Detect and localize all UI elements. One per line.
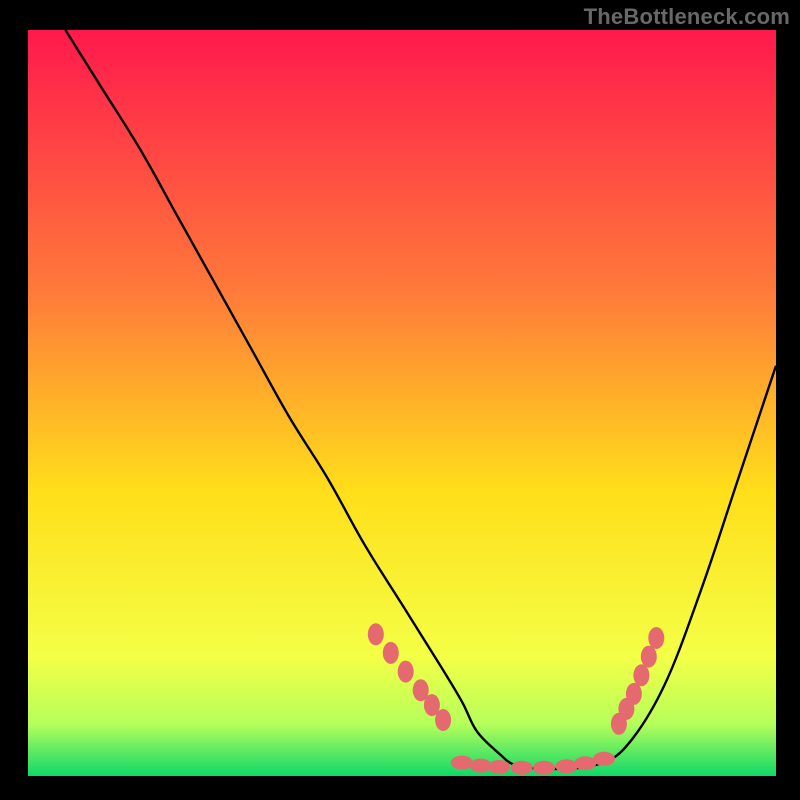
marker-dot: [574, 756, 596, 770]
marker-dot: [511, 761, 533, 775]
marker-dot: [533, 761, 555, 775]
marker-dot: [556, 759, 578, 773]
marker-dot: [648, 627, 664, 649]
marker-dot: [593, 752, 615, 766]
marker-dot: [488, 760, 510, 774]
marker-dot: [368, 623, 384, 645]
marker-dot: [470, 759, 492, 773]
chart-frame: { "watermark": "TheBottleneck.com", "cha…: [0, 0, 800, 800]
watermark-text: TheBottleneck.com: [584, 4, 790, 30]
marker-dot: [641, 646, 657, 668]
marker-dot: [451, 756, 473, 770]
marker-dot: [626, 683, 642, 705]
marker-dot: [435, 709, 451, 731]
marker-dot: [398, 661, 414, 683]
marker-dot: [633, 664, 649, 686]
bottleneck-chart: [0, 0, 800, 800]
marker-dot: [383, 642, 399, 664]
